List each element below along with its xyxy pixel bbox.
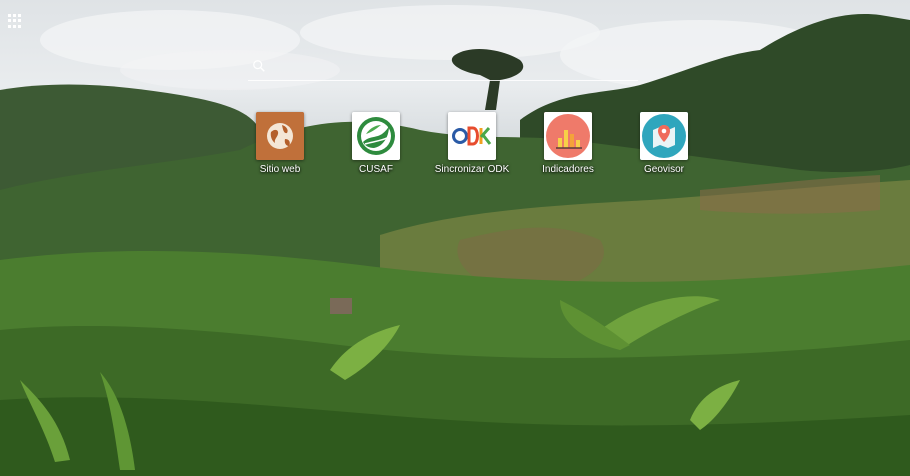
- shortcut-sitio-web[interactable]: Sitio web: [240, 112, 320, 175]
- shortcut-label: CUSAF: [359, 164, 393, 175]
- cusaf-logo-icon: [352, 112, 400, 160]
- shortcut-cusaf[interactable]: CUSAF: [336, 112, 416, 175]
- shortcut-label: Sincronizar ODK: [434, 164, 510, 175]
- shortcut-label: Indicadores: [542, 164, 594, 175]
- odk-logo-icon: [448, 112, 496, 160]
- shortcut-geovisor[interactable]: Geovisor: [624, 112, 704, 175]
- shortcut-sincronizar-odk[interactable]: Sincronizar ODK: [432, 112, 512, 175]
- shortcut-label: Geovisor: [643, 164, 684, 175]
- search-bar[interactable]: [248, 55, 638, 81]
- bar-chart-icon: [544, 112, 592, 160]
- search-icon: [253, 60, 265, 72]
- globe-icon: [256, 112, 304, 160]
- home-screen: Sitio web CUSAF Sincronizar ODK Indicado…: [0, 0, 910, 476]
- shortcut-indicadores[interactable]: Indicadores: [528, 112, 608, 175]
- shortcut-label: Sitio web: [259, 164, 301, 175]
- apps-grid-icon[interactable]: [8, 14, 22, 28]
- map-pin-icon: [640, 112, 688, 160]
